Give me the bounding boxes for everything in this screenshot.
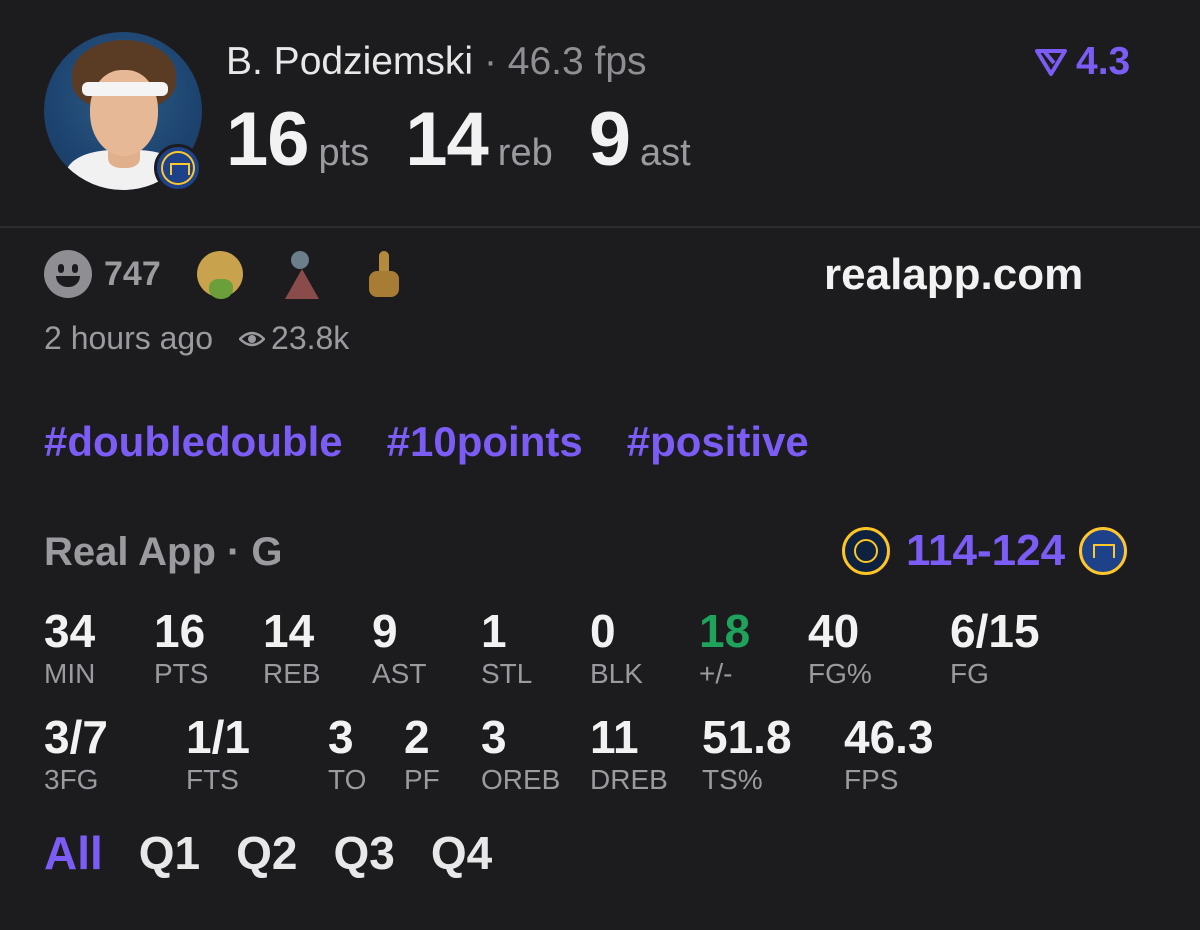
warriors-logo-icon bbox=[154, 144, 202, 192]
stat-fps: 46.3 FPS bbox=[844, 712, 934, 796]
rating-triangle-icon bbox=[1035, 49, 1067, 76]
nuggets-logo-icon bbox=[842, 527, 890, 575]
stat-label: TO bbox=[328, 764, 367, 795]
tab-q2[interactable]: Q2 bbox=[236, 826, 297, 880]
player-name[interactable]: B. Podziemski bbox=[226, 40, 473, 83]
headline-stats: 16 pts 14 reb 9 ast bbox=[226, 96, 727, 183]
hashtag-10points[interactable]: #10points bbox=[387, 418, 583, 466]
eye-icon bbox=[239, 331, 266, 346]
stat-label: FPS bbox=[844, 764, 899, 795]
stat-stl: 1 STL bbox=[481, 606, 532, 690]
game-score[interactable]: 114-124 bbox=[842, 526, 1128, 576]
headline-points-unit: pts bbox=[318, 132, 370, 174]
player-name-line[interactable]: B. Podziemski · 46.3 fps bbox=[226, 40, 647, 84]
stat-to: 3 TO bbox=[328, 712, 366, 796]
stat-label: OREB bbox=[481, 764, 561, 795]
middle-finger-reaction-icon[interactable] bbox=[361, 251, 407, 297]
stat-label: PTS bbox=[154, 658, 209, 689]
stat-plus-minus: 18 +/- bbox=[699, 606, 750, 690]
stat-min: 34 MIN bbox=[44, 606, 95, 690]
stat-value: 9 bbox=[372, 605, 398, 657]
smile-reaction-icon[interactable] bbox=[44, 250, 92, 298]
rating-badge[interactable]: 4.3 bbox=[1034, 40, 1130, 84]
stat-value: 14 bbox=[263, 605, 315, 657]
stat-value: 2 bbox=[404, 711, 430, 763]
stat-value: 46.3 bbox=[844, 711, 934, 763]
stat-pts: 16 PTS bbox=[154, 606, 208, 690]
headline-points-value: 16 bbox=[226, 97, 310, 182]
stat-value: 3/7 bbox=[44, 711, 108, 763]
headline-rebounds-value: 14 bbox=[405, 97, 489, 182]
hashtag-positive[interactable]: #positive bbox=[627, 418, 809, 466]
stat-fg-pct: 40 FG% bbox=[808, 606, 872, 690]
header-divider bbox=[0, 226, 1200, 228]
stat-dreb: 11 DREB bbox=[590, 712, 668, 796]
stat-fg: 6/15 FG bbox=[950, 606, 1040, 690]
stat-value: 18 bbox=[699, 605, 751, 657]
reaction-count: 747 bbox=[104, 254, 161, 293]
hashtag-list: #doubledouble #10points #positive bbox=[44, 418, 853, 466]
stat-value: 11 bbox=[590, 711, 639, 763]
warriors-score-logo-icon bbox=[1079, 527, 1128, 575]
stat-label: FG% bbox=[808, 658, 872, 689]
stat-value: 16 bbox=[154, 605, 206, 657]
stat-ast: 9 AST bbox=[372, 606, 426, 690]
headline-assists-unit: ast bbox=[640, 132, 691, 174]
game-title: Real App · G bbox=[44, 530, 283, 574]
stat-oreb: 3 OREB bbox=[481, 712, 560, 796]
stat-label: PF bbox=[404, 764, 440, 795]
stat-reb: 14 REB bbox=[263, 606, 321, 690]
stat-value: 40 bbox=[808, 605, 860, 657]
stat-label: AST bbox=[372, 658, 427, 689]
stat-ts-pct: 51.8 TS% bbox=[702, 712, 792, 796]
stat-label: BLK bbox=[590, 658, 643, 689]
stat-value: 6/15 bbox=[950, 605, 1040, 657]
reaction-bar: 747 bbox=[44, 250, 443, 299]
stat-3fg: 3/7 3FG bbox=[44, 712, 108, 796]
stat-label: FG bbox=[950, 658, 989, 689]
hashtag-doubledouble[interactable]: #doubledouble bbox=[44, 418, 343, 466]
stat-fts: 1/1 FTS bbox=[186, 712, 250, 796]
post-time: 2 hours ago bbox=[44, 320, 214, 356]
stat-value: 51.8 bbox=[702, 711, 792, 763]
period-tabs: All Q1 Q2 Q3 Q4 bbox=[44, 826, 528, 880]
stat-label: REB bbox=[263, 658, 321, 689]
name-separator: · bbox=[483, 40, 497, 83]
avatar-headband bbox=[82, 82, 168, 96]
stat-blk: 0 BLK bbox=[590, 606, 643, 690]
stat-value: 34 bbox=[44, 605, 96, 657]
stat-value: 1 bbox=[481, 605, 507, 657]
post-meta: 2 hours ago 23.8k bbox=[44, 320, 349, 357]
stat-label: +/- bbox=[699, 658, 733, 689]
headline-assists-value: 9 bbox=[588, 97, 631, 182]
stat-pf: 2 PF bbox=[404, 712, 440, 796]
stat-label: 3FG bbox=[44, 764, 99, 795]
stat-label: FTS bbox=[186, 764, 239, 795]
stat-value: 1/1 bbox=[186, 711, 250, 763]
vomit-reaction-icon[interactable] bbox=[196, 251, 243, 299]
player-fps: 46.3 fps bbox=[507, 40, 647, 83]
rating-value: 4.3 bbox=[1076, 40, 1131, 83]
view-count: 23.8k bbox=[271, 320, 350, 356]
stat-value: 3 bbox=[328, 711, 354, 763]
site-link[interactable]: realapp.com bbox=[824, 250, 1083, 300]
headline-rebounds-unit: reb bbox=[497, 132, 553, 174]
stat-value: 3 bbox=[481, 711, 507, 763]
tab-all[interactable]: All bbox=[44, 826, 103, 880]
stat-label: STL bbox=[481, 658, 533, 689]
stat-label: DREB bbox=[590, 764, 668, 795]
stat-label: TS% bbox=[702, 764, 763, 795]
volcano-reaction-icon[interactable] bbox=[279, 251, 325, 299]
tab-q3[interactable]: Q3 bbox=[334, 826, 395, 880]
tab-q4[interactable]: Q4 bbox=[431, 826, 492, 880]
tab-q1[interactable]: Q1 bbox=[139, 826, 200, 880]
stat-value: 0 bbox=[590, 605, 616, 657]
score-value: 114-124 bbox=[906, 526, 1066, 575]
stat-label: MIN bbox=[44, 658, 96, 689]
